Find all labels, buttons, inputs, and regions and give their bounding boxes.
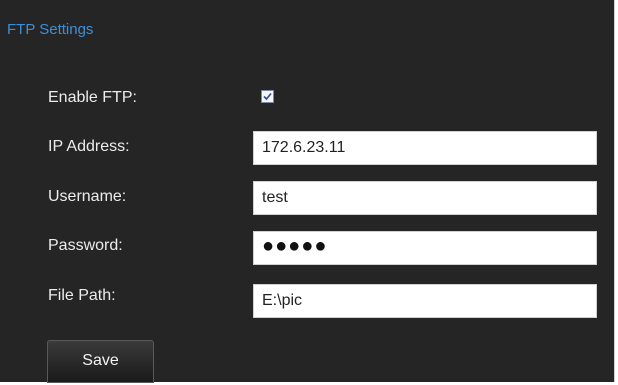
checkmark-icon bbox=[263, 92, 272, 101]
panel-title: FTP Settings bbox=[7, 21, 94, 38]
file-path-input[interactable] bbox=[253, 284, 597, 318]
file-path-label: File Path: bbox=[48, 287, 116, 304]
password-input[interactable] bbox=[253, 231, 597, 265]
ip-address-label: IP Address: bbox=[48, 138, 130, 155]
ip-address-input[interactable] bbox=[253, 131, 597, 165]
username-input[interactable] bbox=[253, 181, 597, 215]
enable-ftp-checkbox[interactable] bbox=[261, 90, 274, 103]
enable-ftp-label: Enable FTP: bbox=[48, 89, 137, 106]
username-label: Username: bbox=[48, 188, 127, 205]
save-button[interactable]: Save bbox=[47, 340, 154, 383]
ftp-settings-panel: FTP Settings Enable FTP: IP Address: Use… bbox=[0, 0, 615, 383]
password-label: Password: bbox=[48, 237, 123, 254]
